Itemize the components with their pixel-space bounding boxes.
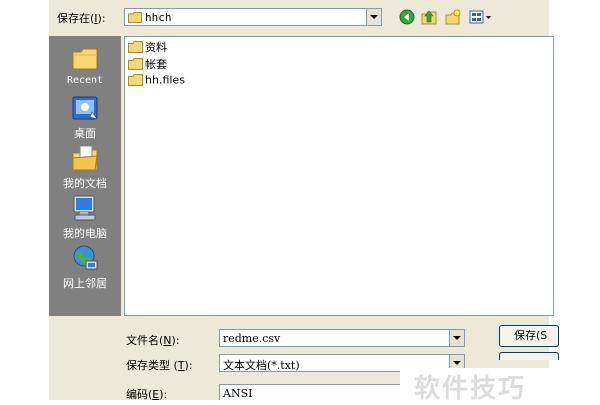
- filename-dropdown-button[interactable]: [449, 330, 464, 346]
- encoding-value: ANSI: [223, 387, 253, 400]
- network-places-icon: [73, 245, 98, 270]
- save-in-dropdown-button[interactable]: [366, 9, 381, 25]
- filetype-label-text: 保存类型: [126, 359, 170, 372]
- save-in-label-text: 保存在: [57, 12, 90, 25]
- my-documents-icon: [72, 145, 98, 171]
- save-in-value: hhch: [145, 11, 172, 24]
- filename-label: 文件名(N):: [126, 334, 180, 347]
- place-network-label: 网上邻居: [63, 277, 107, 290]
- view-menu-icon[interactable]: [469, 9, 493, 25]
- place-my-documents-label: 我的文档: [63, 177, 107, 190]
- list-item-label: 帐套: [145, 58, 167, 71]
- filetype-accel: T: [177, 359, 185, 372]
- save-in-accel: I: [94, 12, 98, 25]
- place-desktop[interactable]: 桌面: [49, 93, 121, 141]
- up-folder-icon[interactable]: [421, 9, 437, 25]
- place-recent-label: Recent: [66, 75, 104, 86]
- list-item[interactable]: hh.files: [128, 73, 185, 89]
- list-item-label: hh.files: [145, 73, 185, 87]
- recent-icon: [72, 48, 98, 70]
- places-bar: Recent 桌面 我的文档 我的电脑 网上邻居: [49, 36, 121, 316]
- filename-accel: N: [163, 334, 172, 347]
- save-in-label: 保存在(I):: [57, 12, 106, 25]
- save-dialog: 保存在(I): hhch Recent 桌面 我的文档 我的电脑 网上邻居 资料…: [49, 0, 559, 401]
- place-recent[interactable]: Recent: [49, 43, 121, 86]
- desktop-icon: [72, 96, 98, 120]
- filename-combobox[interactable]: redme.csv: [219, 329, 465, 347]
- place-my-documents[interactable]: 我的文档: [49, 143, 121, 191]
- new-folder-icon[interactable]: [445, 9, 461, 25]
- filename-value: redme.csv: [223, 332, 281, 345]
- folder-icon: [128, 58, 143, 70]
- encoding-label-text: 编码: [126, 388, 148, 401]
- cancel-button[interactable]: [499, 352, 559, 360]
- filename-label-text: 文件名: [126, 334, 159, 347]
- place-network[interactable]: 网上邻居: [49, 243, 121, 291]
- file-list[interactable]: 资料 帐套 hh.files: [124, 36, 554, 316]
- folder-icon: [128, 74, 143, 86]
- place-my-computer-label: 我的电脑: [63, 227, 107, 240]
- place-desktop-label: 桌面: [74, 127, 96, 140]
- my-computer-icon: [73, 195, 96, 221]
- save-button[interactable]: 保存(S: [499, 325, 559, 347]
- list-item-label: 资料: [145, 41, 167, 54]
- folder-icon: [128, 12, 142, 23]
- filetype-value: 文本文档(*.txt): [223, 359, 300, 372]
- back-icon[interactable]: [399, 9, 415, 25]
- list-item[interactable]: 帐套: [128, 56, 167, 72]
- encoding-accel: E: [152, 388, 160, 401]
- list-item[interactable]: 资料: [128, 39, 167, 55]
- watermark-text: 软件技巧: [400, 368, 600, 404]
- filetype-label: 保存类型 (T):: [126, 359, 193, 372]
- save-in-combobox[interactable]: hhch: [124, 8, 382, 26]
- folder-icon: [128, 41, 143, 53]
- place-my-computer[interactable]: 我的电脑: [49, 193, 121, 241]
